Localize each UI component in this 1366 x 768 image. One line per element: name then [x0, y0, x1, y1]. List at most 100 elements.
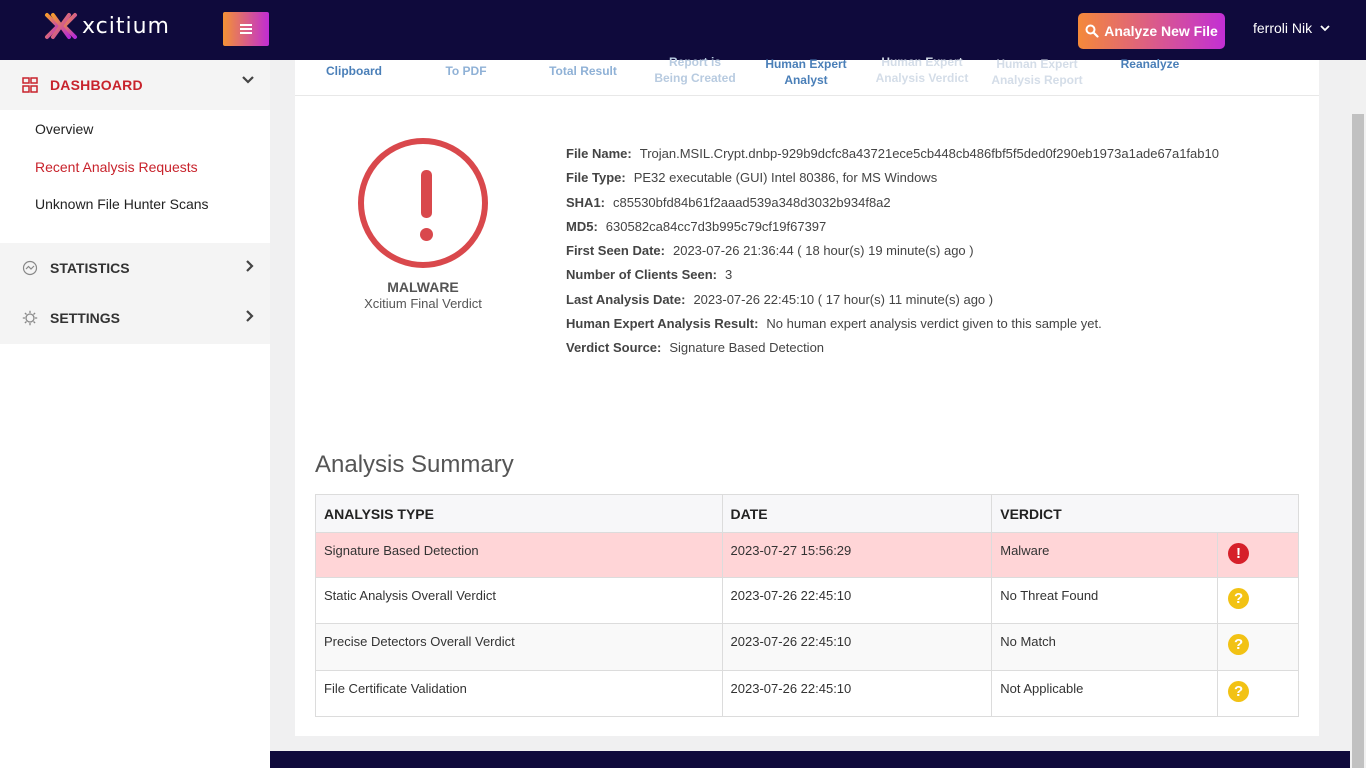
analysis-type-cell: Precise Detectors Overall Verdict [315, 623, 723, 671]
xcitium-logo[interactable]: xcitium [44, 12, 170, 40]
xcitium-logo-icon [45, 13, 77, 39]
detail-key: MD5: [566, 218, 598, 234]
verdict-label: MALWARE [387, 279, 459, 295]
sidebar-lower-group: STATISTICS SETTINGS [0, 243, 270, 344]
total-result-button[interactable]: Total Result [543, 63, 623, 79]
page-scrollbar[interactable] [1350, 60, 1366, 768]
detail-key: SHA1: [566, 194, 606, 210]
sidebar-subitem-overview[interactable]: Overview [35, 121, 93, 137]
table-row: Signature Based Detection 2023-07-27 15:… [315, 532, 1299, 578]
detail-value: Signature Based Detection [669, 340, 825, 356]
alert-icon: ! [1228, 543, 1250, 564]
search-icon [1085, 24, 1099, 38]
chevron-down-icon [242, 76, 254, 84]
chevron-down-icon [1320, 24, 1330, 31]
export-to-pdf-button[interactable]: To PDF [435, 63, 497, 79]
detail-value: No human expert analysis verdict given t… [766, 316, 1102, 332]
chevron-right-icon [246, 310, 254, 322]
human-expert-analyst-button[interactable]: Human Expert Analyst [758, 56, 854, 88]
reanalyze-button[interactable]: Reanalyze [1111, 56, 1189, 72]
tab-label-line2: Analyst [784, 73, 828, 87]
detail-value: 3 [724, 267, 733, 283]
detail-row: Last Analysis Date: 2023-07-26 22:45:10 (… [566, 292, 1306, 316]
analysis-type-cell: Static Analysis Overall Verdict [315, 577, 723, 624]
column-header: ANALYSIS TYPE [315, 494, 723, 533]
detail-value: 2023-07-26 22:45:10 ( 17 hour(s) 11 minu… [693, 291, 994, 307]
detail-row: File Name: Trojan.MSIL.Crypt.dnbp-929b9dc… [566, 146, 1306, 170]
sidebar-item-label: DASHBOARD [50, 77, 143, 93]
detail-value: Trojan.MSIL.Crypt.dnbp-929b9dcfc8a43721e… [639, 146, 1219, 161]
sidebar-item-label: SETTINGS [50, 310, 121, 326]
detail-row: Verdict Source: Signature Based Detection [566, 340, 1306, 364]
analysis-type-cell: Signature Based Detection [315, 532, 723, 578]
tab-label: To PDF [445, 64, 487, 78]
detail-row: SHA1: c85530bfd84b61f2aaad539a348d3032b93… [566, 195, 1306, 219]
malware-alert-icon [358, 138, 488, 268]
date-cell: 2023-07-27 15:56:29 [721, 532, 993, 578]
report-being-created-tab: Report is Being Created [647, 54, 743, 86]
table-row: Precise Detectors Overall Verdict 2023-0… [315, 623, 1299, 671]
analysis-summary-table: ANALYSIS TYPE DATE VERDICT Signature Bas… [315, 494, 1299, 717]
detail-value: 2023-07-26 21:36:44 ( 18 hour(s) 19 minu… [672, 243, 974, 259]
sidebar-subitem-recent-analysis-requests[interactable]: Recent Analysis Requests [35, 159, 198, 175]
analysis-type-cell: File Certificate Validation [315, 670, 723, 717]
table-header-row: ANALYSIS TYPE DATE VERDICT [315, 494, 1299, 533]
detail-row: First Seen Date: 2023-07-26 21:36:44 ( 18… [566, 243, 1306, 267]
column-header: VERDICT [991, 494, 1299, 533]
gear-icon [22, 310, 38, 326]
verdict-cell: Malware [991, 532, 1219, 578]
verdict-cell: Not Applicable [991, 670, 1219, 717]
tab-label-line1: Human Expert [765, 57, 847, 71]
verdict-icon-cell: ? [1217, 577, 1299, 624]
verdict-cell: No Threat Found [991, 577, 1219, 624]
sidebar-item-dashboard[interactable]: DASHBOARD [0, 60, 270, 110]
tab-label-line1: Report is [668, 55, 721, 69]
analysis-summary-title: Analysis Summary [315, 451, 514, 478]
detail-value: c85530bfd84b61f2aaad539a348d3032b934f8a2 [613, 194, 891, 210]
column-header: DATE [721, 494, 993, 533]
sidebar-subitem-unknown-file-hunter-scans[interactable]: Unknown File Hunter Scans [35, 196, 209, 212]
brand-name: xcitium [82, 13, 170, 39]
table-row: File Certificate Validation 2023-07-26 2… [315, 670, 1299, 717]
sidebar-item-statistics[interactable]: STATISTICS [0, 243, 270, 293]
scrollbar-thumb[interactable] [1352, 114, 1364, 768]
tab-label: Clipboard [326, 64, 382, 78]
sidebar: DASHBOARD Overview Recent Analysis Reque… [0, 60, 270, 768]
report-toolbar: Clipboard To PDF Total Result Report is … [295, 55, 1319, 96]
human-expert-analysis-verdict-tab: Human Expert Analysis Verdict [867, 54, 977, 86]
date-cell: 2023-07-26 22:45:10 [721, 623, 993, 671]
top-bar: xcitium Analyze New File ferroli Nik [0, 0, 1366, 60]
file-details: File Name: Trojan.MSIL.Crypt.dnbp-929b9dc… [566, 146, 1306, 365]
statistics-icon [22, 260, 38, 276]
detail-key: File Name: [566, 146, 632, 161]
user-menu[interactable]: ferroli Nik [1253, 20, 1330, 36]
date-cell: 2023-07-26 22:45:10 [721, 670, 993, 717]
tab-label-line1: Human Expert [881, 55, 963, 69]
tab-label-line2: Analysis Report [991, 73, 1083, 87]
analyze-new-file-label: Analyze New File [1104, 23, 1218, 39]
detail-row: Number of Clients Seen: 3 [566, 267, 1306, 291]
sidebar-item-settings[interactable]: SETTINGS [0, 293, 270, 343]
tab-label: Reanalyze [1120, 57, 1180, 71]
copy-to-clipboard-button[interactable]: Clipboard [325, 63, 383, 79]
chevron-right-icon [246, 260, 254, 272]
verdict-icon-cell: ! [1217, 532, 1299, 578]
detail-key: Number of Clients Seen: [566, 267, 717, 283]
question-icon: ? [1228, 588, 1250, 609]
detail-row: File Type: PE32 executable (GUI) Intel 80… [566, 170, 1306, 194]
sidebar-item-label: STATISTICS [50, 260, 130, 276]
detail-value: 630582ca84cc7d3b995c79cf19f67397 [605, 218, 827, 234]
date-cell: 2023-07-26 22:45:10 [721, 577, 993, 624]
detail-key: Last Analysis Date: [566, 291, 686, 307]
detail-value: PE32 executable (GUI) Intel 80386, for M… [633, 170, 938, 186]
verdict-cell: No Match [991, 623, 1219, 671]
dashboard-grid-icon [22, 77, 38, 93]
tab-label-line2: Being Created [654, 71, 736, 85]
menu-toggle-button[interactable] [223, 12, 269, 46]
verdict-icon-cell: ? [1217, 623, 1299, 671]
detail-key: Verdict Source: [566, 340, 662, 356]
user-name: ferroli Nik [1253, 20, 1313, 36]
question-icon: ? [1228, 634, 1250, 655]
tab-label-line2: Analysis Verdict [875, 71, 969, 85]
analyze-new-file-button[interactable]: Analyze New File [1078, 13, 1225, 49]
